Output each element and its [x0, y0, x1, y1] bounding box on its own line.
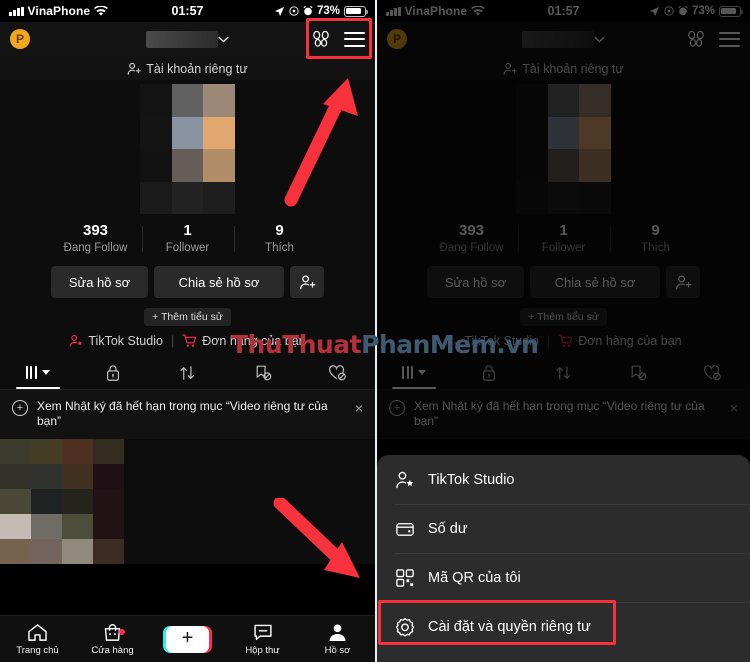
lock-icon: [105, 364, 121, 382]
sheet-item-label: Số dư: [428, 520, 468, 537]
share-profile-button[interactable]: Chia sẻ hồ sơ: [154, 266, 284, 298]
tab-liked[interactable]: [300, 356, 375, 389]
wallet-icon: [395, 519, 415, 539]
private-person-icon: [127, 62, 142, 76]
watermark: ThuThuatPhanMem.vn: [231, 330, 539, 359]
close-icon[interactable]: ×: [355, 399, 363, 416]
bookmark-off-icon: [254, 364, 272, 382]
cart-icon: [182, 334, 197, 348]
sheet-item-tiktok-studio[interactable]: TikTok Studio: [377, 455, 750, 504]
profile-stats: 393 Đang Follow 1 Follower 9 Thích: [0, 220, 375, 266]
sheet-item-balance[interactable]: Số dư: [377, 504, 750, 553]
sheet-item-label: TikTok Studio: [428, 471, 515, 488]
grid-icon: [25, 366, 37, 379]
profile-actions: Sửa hồ sơ Chia sẻ hồ sơ: [0, 266, 375, 298]
arrow-to-hamburger: [284, 78, 358, 207]
nav-create[interactable]: +: [150, 625, 225, 653]
links-separator: |: [170, 334, 175, 348]
stat-label: Thích: [265, 242, 294, 254]
clock-label: 01:57: [171, 4, 204, 18]
add-bio-button[interactable]: + Thêm tiểu sử: [144, 308, 231, 326]
bottom-navigation: Trang chủ Cửa hàng + Hộp thư Hồ sơ: [0, 615, 375, 662]
nav-label: Trang chủ: [16, 644, 59, 656]
tab-saved[interactable]: [225, 356, 300, 389]
username-masked: [146, 30, 218, 48]
stat-following[interactable]: 393 Đang Follow: [50, 222, 142, 256]
watermark-part-2: PhanMem.vn: [361, 330, 539, 359]
stat-label: Đang Follow: [63, 242, 128, 254]
profile-icon: [328, 623, 347, 642]
shop-badge: [119, 628, 125, 635]
create-plus-icon[interactable]: +: [163, 625, 212, 653]
person-star-icon: [395, 470, 415, 490]
tiktok-studio-label: TikTok Studio: [88, 334, 163, 348]
expired-diary-banner[interactable]: + Xem Nhật ký đã hết hạn trong mục “Vide…: [0, 390, 375, 439]
edit-profile-button[interactable]: Sửa hồ sơ: [51, 266, 148, 298]
nav-profile[interactable]: Hồ sơ: [300, 623, 375, 656]
tab-private[interactable]: [75, 356, 150, 389]
hamburger-highlight-box: [306, 18, 372, 59]
home-icon: [27, 623, 48, 642]
nav-inbox[interactable]: Hộp thư: [225, 623, 300, 656]
heart-off-icon: [328, 364, 347, 382]
stat-likes[interactable]: 9 Thích: [233, 222, 326, 256]
private-account-text: Tài khoản riêng tư: [146, 62, 248, 76]
nav-shop[interactable]: Cửa hàng: [75, 623, 150, 656]
repost-icon: [179, 364, 196, 382]
battery-icon: [344, 5, 369, 17]
stat-value: 393: [82, 222, 109, 239]
plus-circle-icon: +: [12, 400, 28, 416]
watermark-part-1: ThuThuat: [231, 330, 362, 359]
stat-followers[interactable]: 1 Follower: [141, 222, 234, 256]
chevron-down-icon: [218, 36, 229, 43]
tab-videos[interactable]: [0, 356, 75, 389]
chevron-down-icon: [41, 370, 50, 375]
banner-text: Xem Nhật ký đã hết hạn trong mục “Video …: [37, 399, 328, 428]
nav-home[interactable]: Trang chủ: [0, 623, 75, 656]
tiktok-studio-link[interactable]: TikTok Studio: [69, 334, 163, 348]
video-thumbnail[interactable]: [125, 439, 250, 564]
tab-reposts[interactable]: [150, 356, 225, 389]
stat-value: 1: [183, 222, 192, 239]
add-friend-button[interactable]: [290, 266, 324, 298]
nav-label: Cửa hàng: [91, 644, 134, 656]
nav-label: Hồ sơ: [324, 644, 351, 656]
profile-tabs: [0, 356, 375, 390]
stat-label: Follower: [165, 242, 210, 254]
settings-highlight-box: [378, 600, 616, 645]
inbox-icon: [253, 623, 273, 642]
arrow-to-settings: [273, 498, 360, 578]
avatar[interactable]: [140, 84, 235, 214]
nav-label: Hộp thư: [245, 644, 280, 656]
sheet-item-label: Mã QR của tôi: [428, 569, 521, 586]
add-bio-wrapper[interactable]: + Thêm tiểu sử: [0, 298, 375, 332]
stat-value: 9: [275, 222, 284, 239]
video-thumbnail[interactable]: [0, 439, 125, 564]
qr-icon: [395, 568, 415, 588]
sheet-item-my-qr[interactable]: Mã QR của tôi: [377, 553, 750, 602]
person-star-icon: [69, 334, 83, 348]
tutorial-composite: VinaPhone 01:57 73% P Tài khoản riêng tư…: [0, 0, 750, 662]
